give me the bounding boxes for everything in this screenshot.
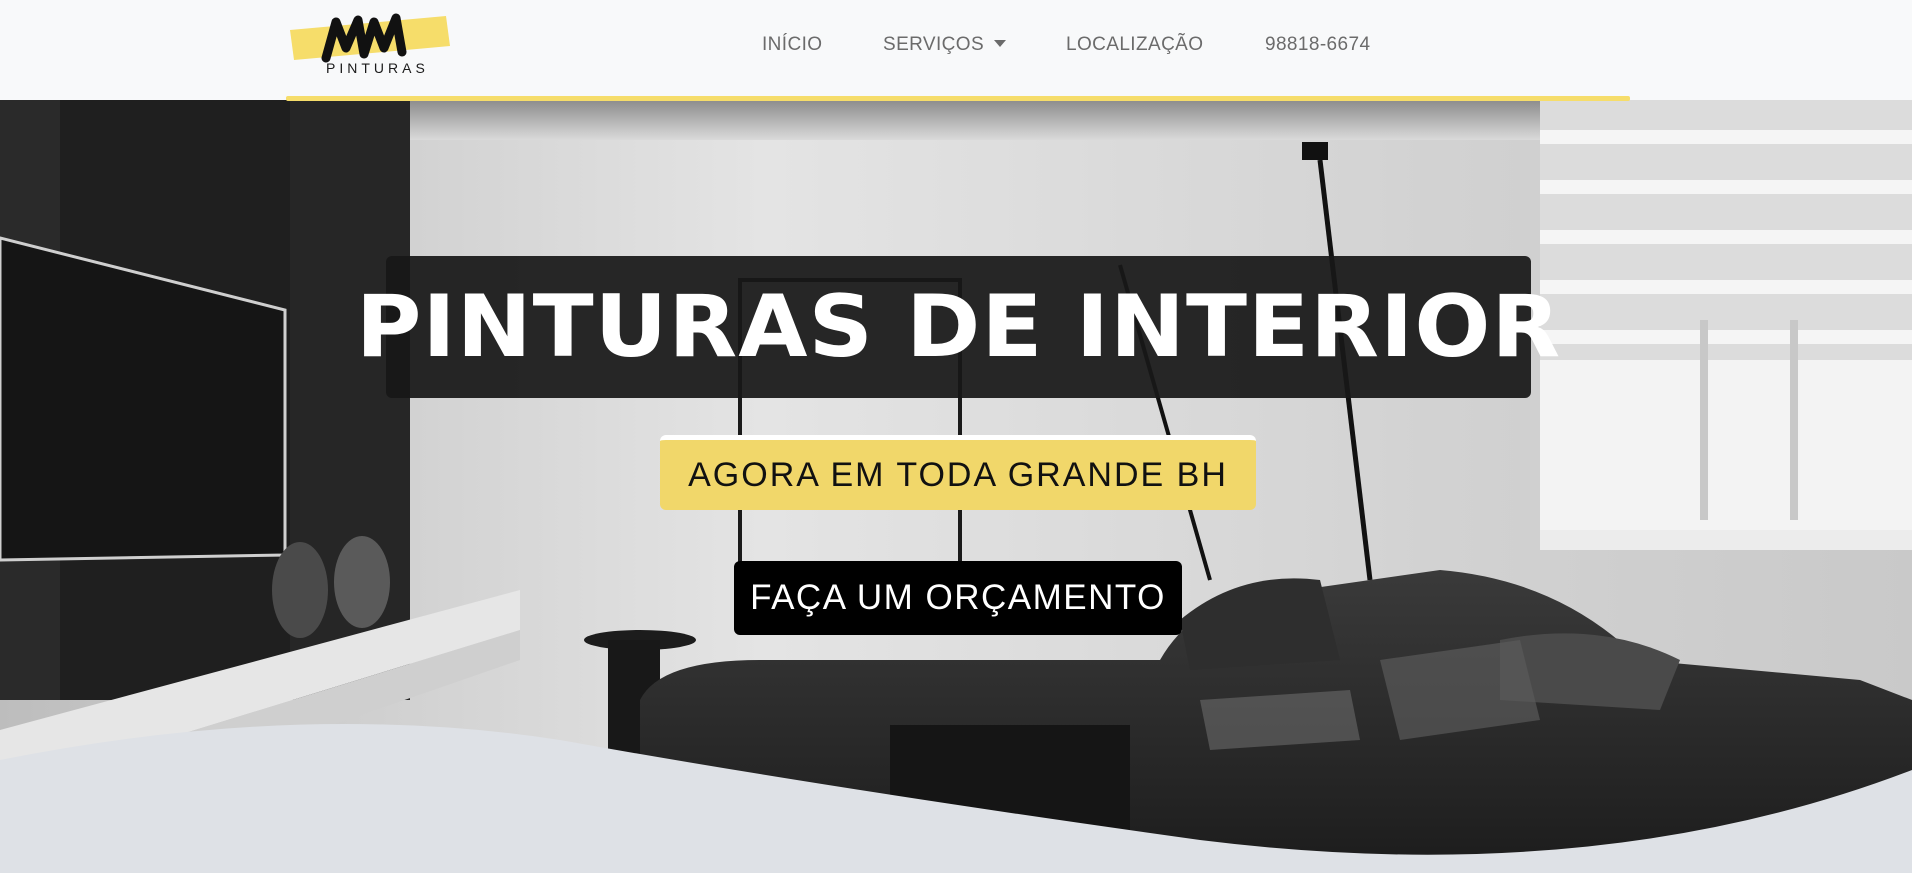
nav-item-inicio[interactable]: INÍCIO	[762, 34, 822, 56]
nav-item-label: LOCALIZAÇÃO	[1066, 34, 1204, 55]
headline-banner: PINTURAS DE INTERIOR	[356, 256, 1560, 398]
nav-item-localizacao[interactable]: LOCALIZAÇÃO	[1066, 34, 1203, 56]
hero-tagline: AGORA EM TODA GRANDE BH	[688, 455, 1228, 494]
nav-item-label: SERVIÇOS	[883, 34, 985, 55]
nav-item-phone[interactable]: 98818-6674	[1265, 34, 1370, 56]
navbar: PINTURAS INÍCIO SERVIÇOS LOCALIZAÇÃO 988…	[0, 0, 1912, 101]
main-nav: INÍCIO SERVIÇOS LOCALIZAÇÃO 98818-6674	[0, 0, 1912, 96]
nav-item-label: INÍCIO	[762, 34, 823, 55]
quote-cta-button[interactable]: FAÇA UM ORÇAMENTO	[734, 561, 1182, 635]
tagline-banner: AGORA EM TODA GRANDE BH	[660, 435, 1256, 510]
nav-item-servicos[interactable]: SERVIÇOS	[883, 34, 1007, 56]
hero-headline: PINTURAS DE INTERIOR	[355, 277, 1562, 377]
nav-accent-bar	[286, 96, 1630, 101]
caret-down-icon	[994, 40, 1007, 47]
hero-section: PINTURAS DE INTERIOR AGORA EM TODA GRAND…	[0, 100, 1912, 873]
nav-item-label: 98818-6674	[1265, 34, 1371, 55]
